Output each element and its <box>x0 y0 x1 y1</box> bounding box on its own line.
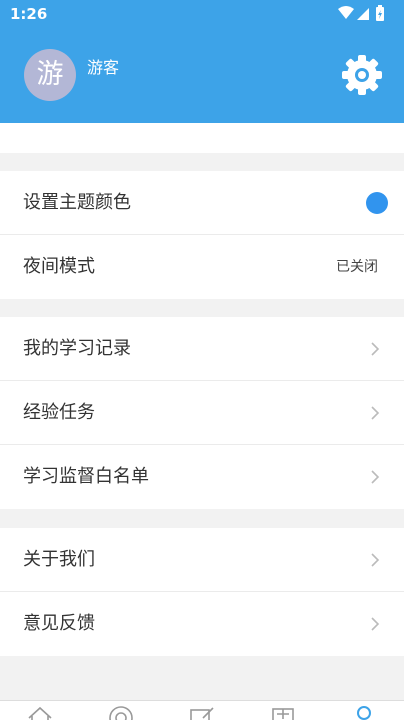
about-us-label: 关于我们 <box>23 549 95 570</box>
document-icon[interactable] <box>270 705 296 720</box>
chevron-right-icon <box>371 617 380 631</box>
signal-icon <box>357 8 369 20</box>
night-mode-label: 夜间模式 <box>23 256 95 277</box>
night-mode-row[interactable]: 夜间模式 已关闭 <box>0 235 404 299</box>
night-mode-value: 已关闭 <box>336 259 378 275</box>
profile-header: 1:26 游 游客 <box>0 0 404 123</box>
gear-icon[interactable] <box>340 53 384 97</box>
home-icon[interactable] <box>27 705 53 720</box>
list-item-study-records[interactable]: 我的学习记录 <box>0 317 404 381</box>
settings-group: 设置主题颜色 夜间模式 已关闭 <box>0 171 404 299</box>
avatar[interactable]: 游 <box>24 49 76 101</box>
experience-tasks-label: 经验任务 <box>23 402 95 423</box>
list-item-experience-tasks[interactable]: 经验任务 <box>0 381 404 445</box>
study-records-label: 我的学习记录 <box>23 338 131 359</box>
status-bar: 1:26 <box>0 0 404 28</box>
edit-icon[interactable] <box>189 705 215 720</box>
bottom-nav <box>0 700 404 720</box>
whitelist-label: 学习监督白名单 <box>23 466 149 487</box>
profile-icon[interactable] <box>351 705 377 720</box>
chevron-right-icon <box>371 406 380 420</box>
list-item-feedback[interactable]: 意见反馈 <box>0 592 404 656</box>
status-icons <box>338 5 384 21</box>
chevron-right-icon <box>371 553 380 567</box>
study-group: 我的学习记录 经验任务 学习监督白名单 <box>0 317 404 509</box>
feedback-label: 意见反馈 <box>23 613 95 634</box>
username[interactable]: 游客 <box>87 54 119 78</box>
status-time: 1:26 <box>10 5 48 23</box>
theme-color-dot[interactable] <box>366 192 388 214</box>
list-item-whitelist[interactable]: 学习监督白名单 <box>0 445 404 509</box>
theme-color-label: 设置主题颜色 <box>23 192 131 213</box>
header-spacer <box>0 123 404 153</box>
theme-color-row[interactable]: 设置主题颜色 <box>0 171 404 235</box>
chevron-right-icon <box>371 470 380 484</box>
wifi-icon <box>338 6 354 19</box>
list-item-about-us[interactable]: 关于我们 <box>0 528 404 592</box>
about-group: 关于我们 意见反馈 <box>0 528 404 656</box>
chevron-right-icon <box>371 342 380 356</box>
compass-icon[interactable] <box>108 705 134 720</box>
